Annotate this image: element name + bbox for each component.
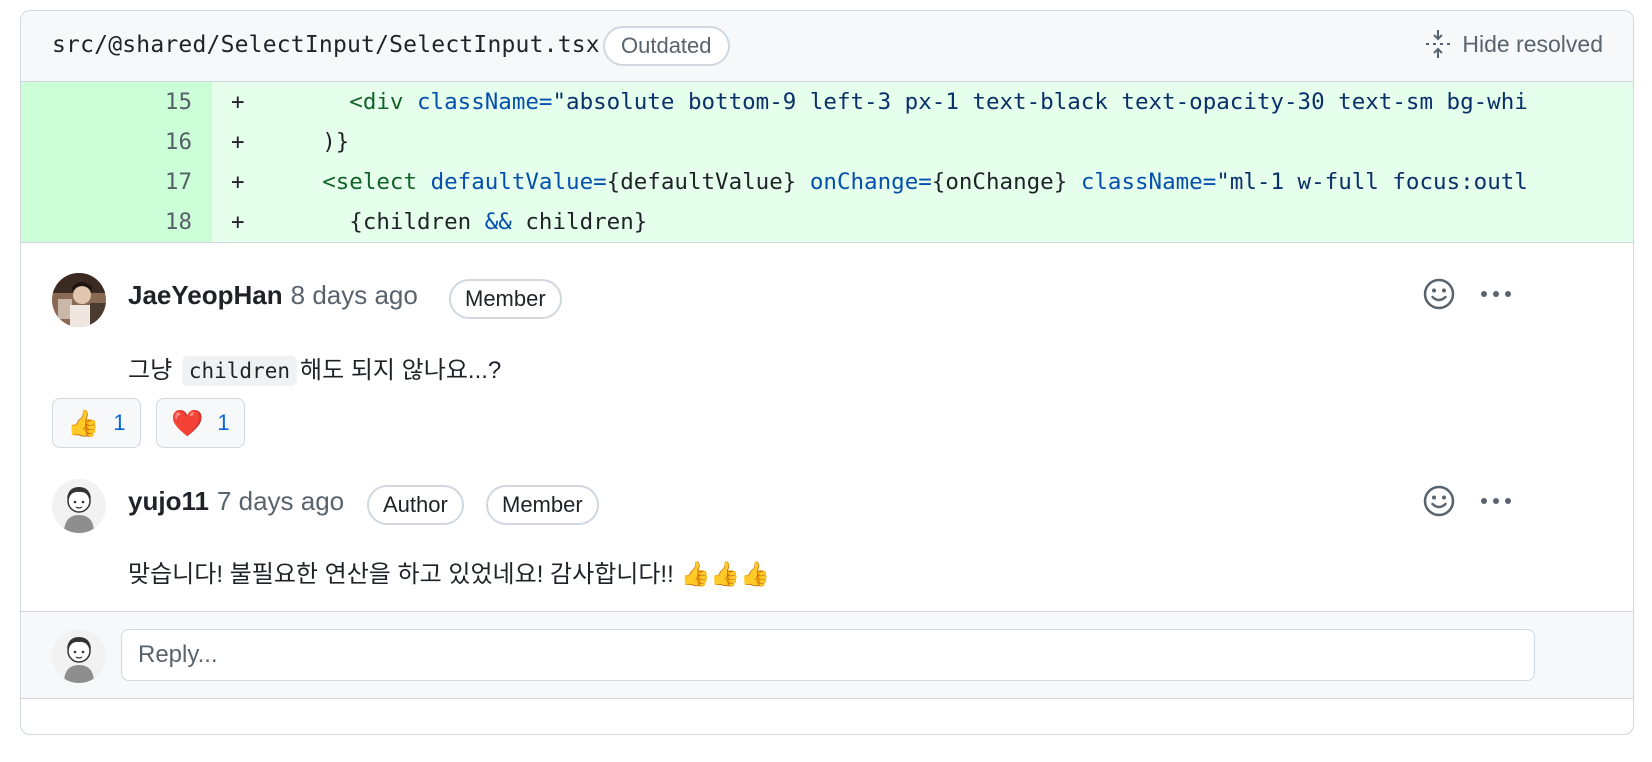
code-token: <div bbox=[349, 89, 404, 115]
comment-jaeyeophan: JaeYeopHan 8 days ago Member 그냥 children 해… bbox=[21, 242, 1633, 448]
file-header: src/@shared/SelectInput/SelectInput.tsx … bbox=[21, 11, 1633, 82]
diff-line: 17 + <select defaultValue={defaultValue} … bbox=[21, 162, 1633, 202]
current-user-avatar[interactable] bbox=[52, 629, 106, 683]
code-token: && bbox=[484, 209, 512, 235]
comment-timestamp[interactable]: 7 days ago bbox=[217, 486, 344, 516]
reply-bar bbox=[21, 611, 1633, 699]
smiley-icon bbox=[1423, 278, 1455, 310]
diff-line: 18 + {children && children} bbox=[21, 202, 1633, 242]
addition-marker: + bbox=[231, 209, 245, 235]
code-line: <div className="absolute bottom-9 left-3… bbox=[268, 82, 1528, 122]
code-token: "absolute bottom-9 left-3 px-1 text-blac… bbox=[552, 89, 1528, 115]
addition-marker: + bbox=[231, 89, 245, 115]
reaction-thumbs-up[interactable]: 👍 1 bbox=[52, 398, 141, 448]
author-badge: Author bbox=[367, 485, 464, 525]
diff-line: 15 + <div className="absolute bottom-9 le… bbox=[21, 82, 1633, 122]
reaction-heart[interactable]: ❤️ 1 bbox=[156, 398, 245, 448]
line-number[interactable]: 17 bbox=[21, 162, 212, 202]
hide-resolved-label: Hide resolved bbox=[1462, 30, 1603, 57]
code-token: "ml-1 w-full focus:outl bbox=[1216, 169, 1528, 195]
kebab-horizontal-icon bbox=[1481, 498, 1511, 504]
comment-body: 그냥 children 해도 되지 않나요...? bbox=[128, 350, 502, 386]
fold-icon bbox=[1426, 30, 1451, 58]
more-options-button[interactable] bbox=[1476, 481, 1516, 521]
code-token: {onChange} bbox=[931, 169, 1081, 195]
heart-icon: ❤️ bbox=[171, 407, 204, 438]
code-token: className= bbox=[1080, 169, 1217, 195]
review-thread: src/@shared/SelectInput/SelectInput.tsx … bbox=[20, 10, 1634, 735]
add-reaction-button[interactable] bbox=[1419, 274, 1459, 314]
code-line: <select defaultValue={defaultValue} onCh… bbox=[268, 162, 1528, 202]
line-number[interactable]: 18 bbox=[21, 202, 212, 242]
hide-resolved-button[interactable]: Hide resolved bbox=[1424, 27, 1603, 61]
code-token: {defaultValue} bbox=[606, 169, 810, 195]
comment-author: JaeYeopHan 8 days ago bbox=[128, 280, 418, 311]
code-token: className= bbox=[417, 89, 553, 115]
author-name[interactable]: yujo11 bbox=[128, 486, 209, 516]
comment-text: 그냥 bbox=[128, 357, 173, 384]
line-number[interactable]: 16 bbox=[21, 122, 212, 162]
comment-author: yujo11 7 days ago bbox=[128, 486, 344, 517]
comment-body: 맞습니다! 불필요한 연산을 하고 있었네요! 감사합니다!! 👍👍👍 bbox=[128, 561, 771, 588]
smiley-icon bbox=[1423, 485, 1455, 517]
code-token: {children bbox=[349, 209, 485, 235]
code-token: <select bbox=[322, 169, 418, 195]
line-number[interactable]: 15 bbox=[21, 82, 212, 122]
reaction-count: 1 bbox=[217, 410, 230, 435]
author-name[interactable]: JaeYeopHan bbox=[128, 280, 283, 310]
add-reaction-button[interactable] bbox=[1419, 481, 1459, 521]
outdated-badge: Outdated bbox=[603, 26, 730, 66]
code-token: )} bbox=[322, 129, 350, 155]
comment-timestamp[interactable]: 8 days ago bbox=[291, 280, 418, 310]
code-token: children} bbox=[511, 209, 648, 235]
code-line: {children && children} bbox=[268, 202, 647, 242]
reaction-count: 1 bbox=[113, 410, 126, 435]
avatar[interactable] bbox=[52, 273, 106, 327]
diff-line: 16 + )} bbox=[21, 122, 1633, 162]
member-badge: Member bbox=[449, 279, 562, 319]
more-options-button[interactable] bbox=[1476, 274, 1516, 314]
comment-text: 해도 되지 않나요...? bbox=[300, 357, 502, 384]
diff-hunk: 15 + <div className="absolute bottom-9 le… bbox=[21, 82, 1633, 243]
addition-marker: + bbox=[231, 169, 245, 195]
addition-marker: + bbox=[231, 129, 245, 155]
comment-yujo11: yujo11 7 days ago Author Member 맞습니다! 불필요… bbox=[21, 466, 1633, 606]
reply-input[interactable] bbox=[121, 629, 1535, 681]
thumbs-up-icon: 👍 bbox=[67, 407, 100, 438]
code-token: onChange= bbox=[809, 169, 932, 195]
member-badge: Member bbox=[486, 485, 599, 525]
avatar[interactable] bbox=[52, 479, 106, 533]
kebab-horizontal-icon bbox=[1481, 291, 1511, 297]
file-path[interactable]: src/@shared/SelectInput/SelectInput.tsx bbox=[52, 32, 600, 58]
inline-code: children bbox=[181, 356, 297, 386]
code-token: defaultValue= bbox=[430, 169, 607, 195]
code-line: )} bbox=[268, 122, 349, 162]
